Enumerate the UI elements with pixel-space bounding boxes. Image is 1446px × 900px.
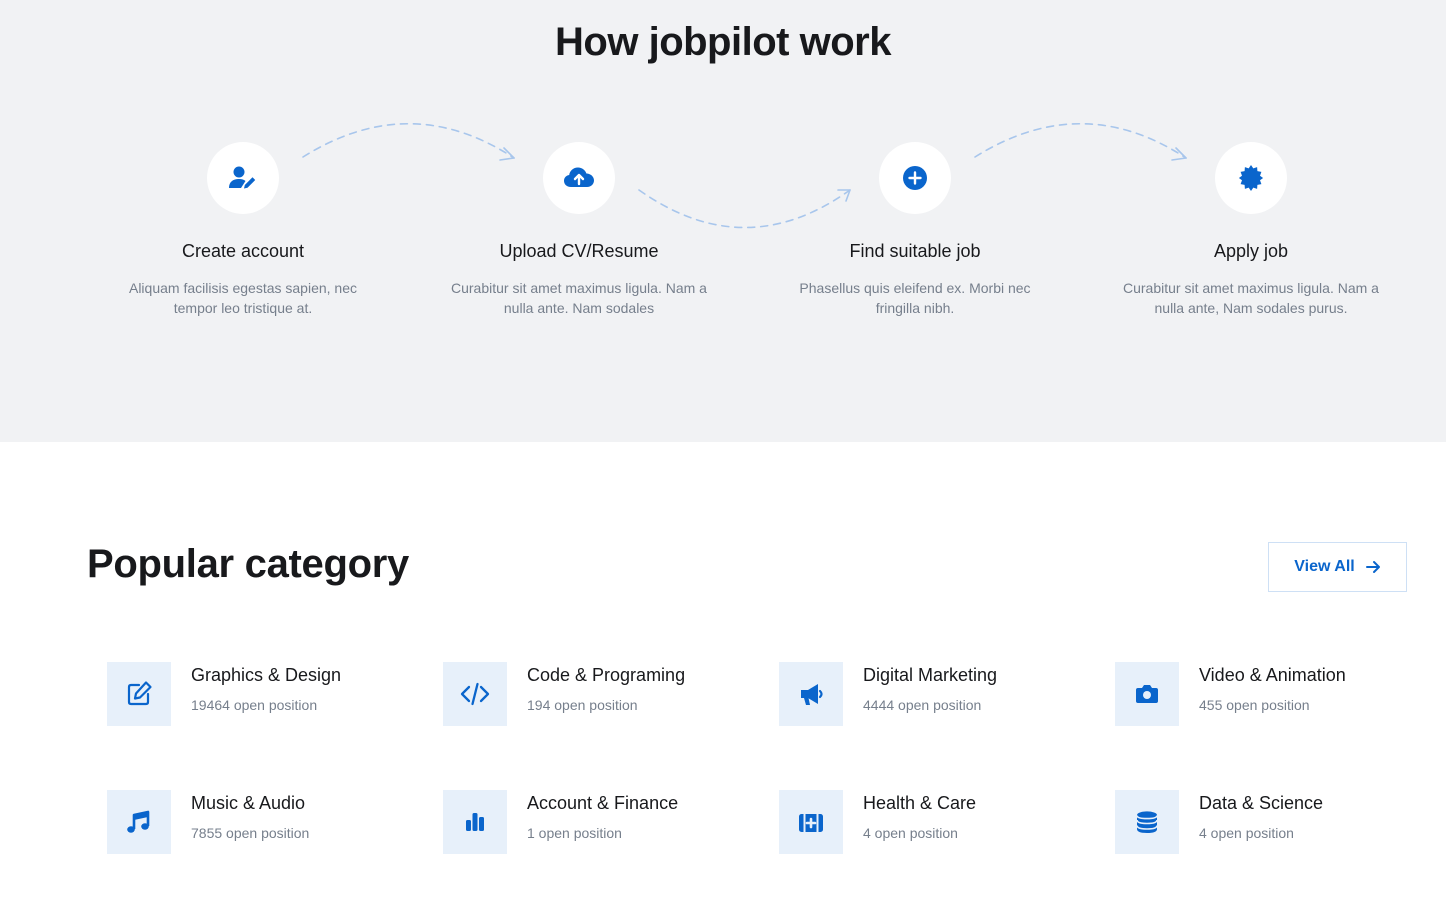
pen-square-icon [127,681,152,706]
step-find-job: Find suitable job Phasellus quis eleifen… [765,142,1065,318]
code-icon [460,682,490,706]
view-all-label: View All [1294,558,1355,575]
megaphone-icon [801,684,823,705]
category-health-care[interactable]: Health & Care 4 open position [779,790,1099,854]
step-description: Curabitur sit amet maximus ligula. Nam a… [1123,280,1379,316]
camera-icon [1136,685,1158,703]
step-description: Aliquam facilisis egestas sapien, nec te… [128,280,357,316]
step-title: Apply job [1213,241,1289,261]
step-upload-cv: Upload CV/Resume Curabitur sit amet maxi… [429,142,729,318]
category-count: 19464 open position [191,697,318,713]
step-create-account: Create account Aliquam facilisis egestas… [93,142,393,318]
category-count: 1 open position [527,825,622,841]
how-it-works-section: How jobpilot work Create account Aliquam… [0,0,1446,442]
step-description: Phasellus quis eleifend ex. Morbi nec fr… [799,280,1031,316]
cloud-upload-icon [564,167,594,187]
category-icon-box [779,662,843,726]
bar-chart-icon [466,813,484,831]
category-video-animation[interactable]: Video & Animation 455 open position [1115,662,1435,726]
category-name: Data & Science [1199,793,1324,813]
category-name: Account & Finance [527,793,679,813]
step-icon-circle [543,142,615,214]
category-icon-box [443,790,507,854]
database-icon [1136,811,1158,833]
category-data-science[interactable]: Data & Science 4 open position [1115,790,1435,854]
category-count: 455 open position [1199,697,1310,713]
category-icon-box [107,790,171,854]
step-apply-job: Apply job Curabitur sit amet maximus lig… [1101,142,1401,318]
category-count: 7855 open position [191,825,310,841]
category-graphics-design[interactable]: Graphics & Design 19464 open position [107,662,427,726]
category-name: Music & Audio [191,793,306,813]
category-count: 4 open position [863,825,958,841]
user-edit-icon [229,166,256,189]
step-icon-circle [879,142,951,214]
badge-check-icon [1238,165,1264,191]
category-digital-marketing[interactable]: Digital Marketing 4444 open position [779,662,1099,726]
first-aid-kit-icon [799,814,823,832]
category-count: 4444 open position [863,697,982,713]
how-it-works-title: How jobpilot work [555,20,891,64]
category-icon-box [1115,662,1179,726]
category-music-audio[interactable]: Music & Audio 7855 open position [107,790,427,854]
view-all-button[interactable]: View All [1268,542,1407,592]
step-description: Curabitur sit amet maximus ligula. Nam a… [451,280,707,316]
category-count: 4 open position [1199,825,1294,841]
category-name: Digital Marketing [863,665,998,685]
step-icon-circle [1215,142,1287,214]
category-name: Graphics & Design [191,665,342,685]
category-icon-box [443,662,507,726]
plus-circle-icon [903,166,927,190]
step-title: Create account [181,241,305,261]
music-note-icon [127,810,150,833]
step-title: Find suitable job [849,241,981,261]
category-name: Code & Programing [527,665,686,685]
popular-category-title: Popular category [87,542,409,586]
category-icon-box [107,662,171,726]
category-account-finance[interactable]: Account & Finance 1 open position [443,790,763,854]
arrow-right-icon [1365,561,1380,573]
category-name: Health & Care [863,793,977,813]
step-icon-circle [207,142,279,214]
category-icon-box [1115,790,1179,854]
step-title: Upload CV/Resume [499,241,659,261]
category-icon-box [779,790,843,854]
category-count: 194 open position [527,697,638,713]
category-name: Video & Animation [1199,665,1346,685]
category-code-programing[interactable]: Code & Programing 194 open position [443,662,763,726]
